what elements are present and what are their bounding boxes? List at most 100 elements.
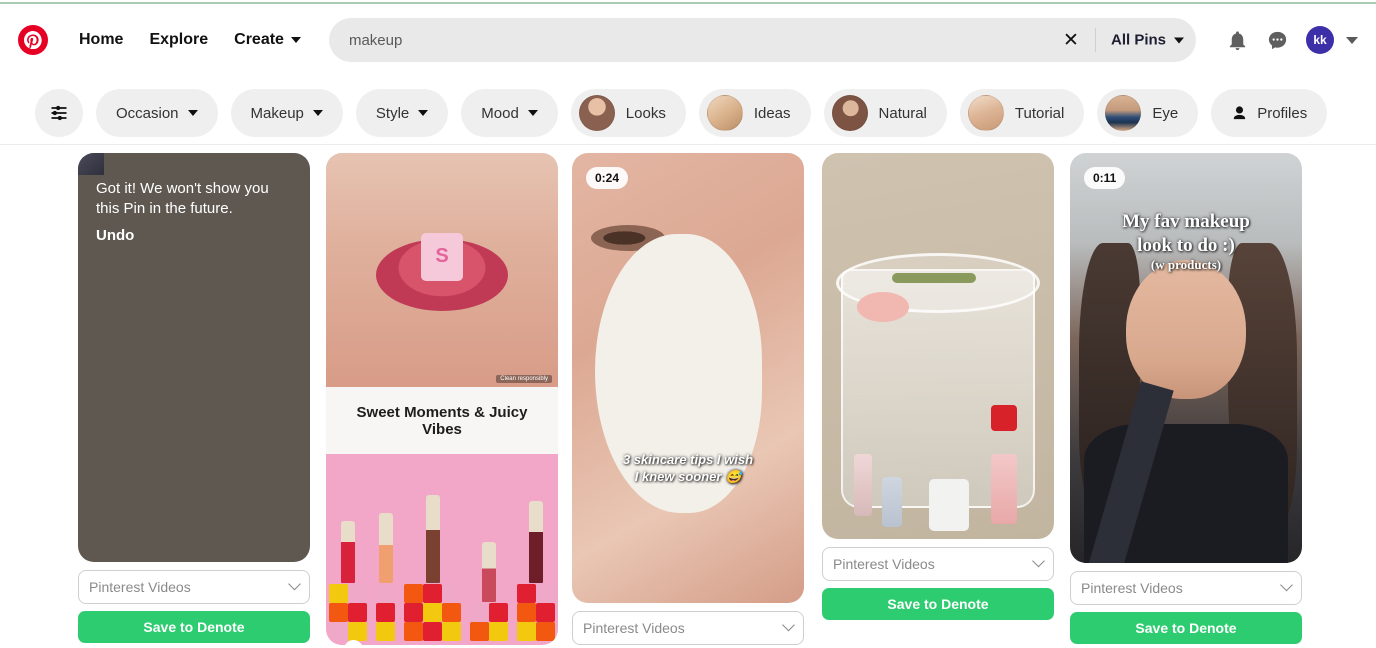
pin-card: 0:11 My fav makeup look to do :) (w prod… — [1070, 153, 1302, 644]
chevron-down-icon — [290, 37, 301, 43]
board-select[interactable]: Pinterest Videos — [78, 570, 310, 604]
pin-photo-lips: S Clean responsibly — [326, 153, 558, 387]
save-button[interactable]: Save to Denote — [1070, 612, 1302, 644]
nav-explore[interactable]: Explore — [136, 23, 221, 57]
board-select-value: Pinterest Videos — [1081, 580, 1183, 596]
pin-card: 0:24 3 skincare tips I wish I knew soone… — [572, 153, 804, 648]
chevron-down-icon — [527, 110, 538, 116]
pin-image-lipstick[interactable]: S Clean responsibly Sweet Moments & Juic… — [326, 153, 558, 645]
video-duration-badge: 0:24 — [586, 167, 629, 189]
account-chevron-down-icon[interactable] — [1346, 36, 1358, 44]
filter-chip-profiles[interactable]: Profiles — [1211, 89, 1328, 137]
search-clear-icon[interactable]: ✕ — [1058, 27, 1084, 53]
filter-chip-mood[interactable]: Mood — [461, 89, 558, 137]
pin-dismiss-message: Got it! We won't show you this Pin in th… — [78, 153, 310, 562]
pinterest-logo-icon[interactable] — [18, 25, 48, 55]
brand-badge: Clean responsibly — [496, 375, 552, 383]
nav-create[interactable]: Create — [221, 23, 314, 57]
product-stack — [404, 495, 461, 641]
app-header: Home Explore Create ✕ All Pins kk — [0, 6, 1376, 74]
bell-icon[interactable] — [1222, 25, 1252, 55]
pin-image-organizer[interactable] — [822, 153, 1054, 539]
filter-chip-label: Looks — [625, 104, 666, 122]
pin-card: Got it! We won't show you this Pin in th… — [78, 153, 310, 643]
board-select[interactable]: Pinterest Videos — [1070, 571, 1302, 605]
filter-chip-ideas[interactable]: Ideas — [698, 89, 811, 137]
caption-line-2: look to do :) — [1137, 234, 1235, 256]
filter-chip-makeup[interactable]: Makeup — [230, 89, 343, 137]
board-select[interactable]: Pinterest Videos — [572, 611, 804, 645]
filter-chip-thumbnail — [967, 95, 1004, 131]
caption-line-1: My fav makeup — [1122, 211, 1250, 233]
pin-thumbnail-fragment — [78, 153, 104, 175]
pin-image-dismissed[interactable]: Got it! We won't show you this Pin in th… — [78, 153, 310, 562]
filter-chip-eye[interactable]: Eye — [1097, 89, 1199, 137]
pin-controls: Pinterest Videos Save to Denote — [572, 611, 804, 648]
chevron-down-icon — [782, 618, 795, 632]
pin-controls: Pinterest Videos Save to Denote — [1070, 571, 1302, 644]
product-stack — [376, 513, 395, 641]
pin-controls: Pinterest Videos Save to Denote — [78, 570, 310, 643]
filter-sliders-icon[interactable] — [35, 89, 83, 137]
product-jar — [928, 479, 969, 532]
caption-line-2: I knew sooner 😅 — [634, 469, 742, 485]
dismiss-line-2: this Pin in the future. — [96, 200, 233, 218]
chevron-down-icon — [1032, 554, 1045, 568]
product-bottle — [990, 453, 1017, 524]
product-stack — [517, 501, 555, 641]
product-bottle — [882, 477, 903, 528]
filter-chip-label: Makeup — [250, 104, 304, 122]
filter-chip-thumbnail — [831, 95, 868, 131]
filter-chip-label: Occasion — [116, 104, 179, 122]
save-button[interactable]: Save to Denote — [78, 611, 310, 643]
avatar[interactable]: kk — [1306, 26, 1334, 54]
chevron-down-icon — [1174, 37, 1184, 43]
nav-home[interactable]: Home — [66, 23, 136, 57]
pin-caption-overlay: 3 skincare tips I wish I knew sooner 😅 — [572, 451, 804, 486]
filter-chip-style[interactable]: Style — [355, 89, 449, 137]
chat-bubble-icon[interactable] — [1262, 25, 1292, 55]
chevron-down-icon — [288, 577, 301, 591]
filter-chip-tutorial[interactable]: Tutorial — [959, 89, 1085, 137]
filter-chip-looks[interactable]: Looks — [570, 89, 686, 137]
top-accent-rule — [0, 2, 1376, 4]
chevron-down-icon — [312, 110, 323, 116]
face-detail — [1125, 259, 1247, 399]
pin-image-makeup-look[interactable]: 0:11 My fav makeup look to do :) (w prod… — [1070, 153, 1302, 563]
filter-chip-occasion[interactable]: Occasion — [96, 89, 218, 137]
person-icon — [1231, 105, 1248, 122]
filter-chip-natural[interactable]: Natural — [823, 89, 947, 137]
chevron-down-icon — [418, 110, 429, 116]
chevron-down-icon — [1280, 578, 1293, 592]
jade-roller — [891, 272, 976, 283]
filter-chip-label: Style — [375, 104, 410, 122]
product-tab-illustration: S — [421, 232, 463, 281]
pin-image-skincare[interactable]: 0:24 3 skincare tips I wish I knew soone… — [572, 153, 804, 603]
caption-line-3: (w products) — [1150, 256, 1222, 272]
filter-chip-bar: Occasion Makeup Style Mood Looks Ideas N… — [0, 82, 1376, 144]
save-button[interactable]: Save to Denote — [822, 588, 1054, 620]
product-bottle — [854, 453, 873, 516]
pin-title: Sweet Moments & Juicy Vibes — [326, 387, 558, 454]
undo-button[interactable]: Undo — [96, 226, 290, 246]
filter-chip-label: Natural — [878, 104, 927, 122]
board-select[interactable]: Pinterest Videos — [822, 547, 1054, 581]
board-select-value: Pinterest Videos — [89, 579, 191, 595]
pin-photo-products — [326, 454, 558, 645]
caption-line-1: 3 skincare tips I wish — [622, 451, 754, 467]
pin-card: Pinterest Videos Save to Denote — [822, 153, 1054, 620]
all-pins-dropdown[interactable]: All Pins — [1111, 32, 1184, 49]
filter-chip-label: Ideas — [753, 104, 791, 122]
pin-caption-overlay: My fav makeup look to do :) (w products) — [1070, 210, 1302, 272]
filter-chip-thumbnail — [1105, 95, 1142, 131]
search-container: ✕ All Pins — [328, 18, 1196, 62]
product-cap — [990, 404, 1017, 431]
filter-chip-thumbnail — [706, 95, 743, 131]
filter-chip-label: Profiles — [1257, 104, 1308, 122]
filter-chip-label: Mood — [481, 104, 519, 122]
filter-chip-thumbnail — [578, 95, 615, 131]
video-duration-badge: 0:11 — [1084, 167, 1126, 189]
filter-chip-label: Tutorial — [1014, 104, 1065, 122]
nav-create-label: Create — [234, 31, 284, 48]
board-select-value: Pinterest Videos — [583, 620, 685, 636]
